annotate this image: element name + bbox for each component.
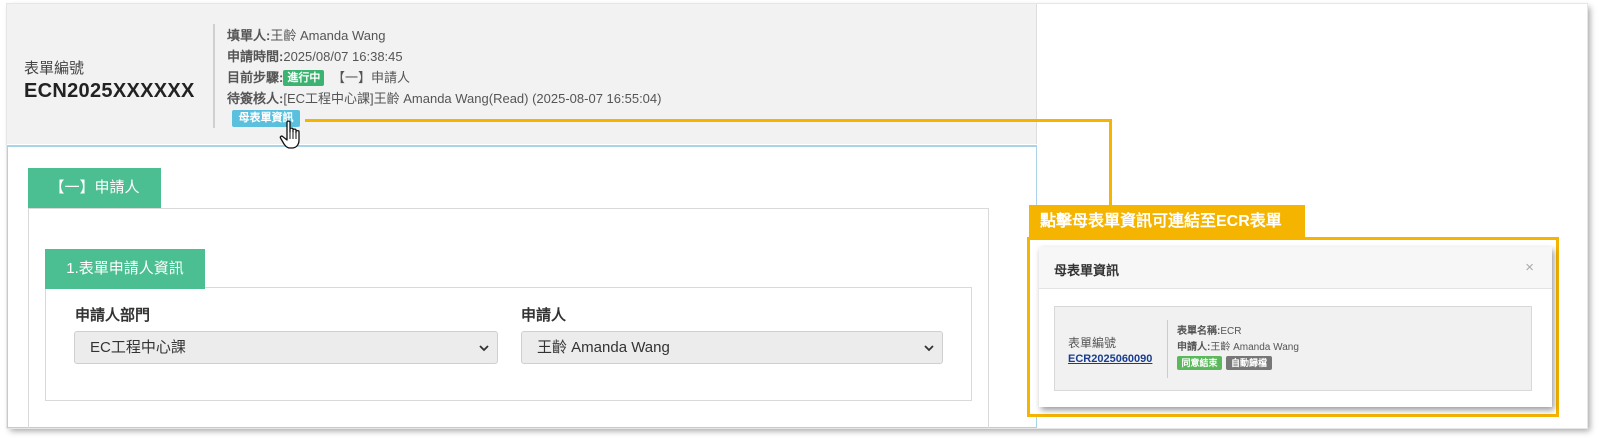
chevron-down-icon: [479, 345, 489, 352]
tab-applicant-info[interactable]: 1.表單申請人資訊: [45, 249, 205, 289]
header-divider: [213, 24, 215, 128]
card-form-name-label: 表單名稱:: [1177, 326, 1221, 337]
form-number-label: 表單編號: [24, 60, 85, 77]
card-divider: [1167, 320, 1168, 378]
filler-row: 填單人:王齡 Amanda Wang: [227, 25, 385, 44]
form-number-value: ECN2025XXXXXX: [24, 80, 195, 102]
pending-approver-value: [EC工程中心課]王齡 Amanda Wang(Read) (2025-08-0…: [283, 91, 662, 106]
applicant-select[interactable]: 王齡 Amanda Wang: [521, 331, 943, 364]
card-form-name-value: ECR: [1220, 326, 1242, 337]
pending-approver-row: 待簽核人:[EC工程中心課]王齡 Amanda Wang(Read) (2025…: [227, 88, 661, 107]
applicant-label: 申請人: [521, 307, 567, 324]
parent-form-modal: 母表單資訊 × 表單編號 ECR2025060090 表單名稱:ECR 申請人:…: [1039, 247, 1552, 407]
modal-title: 母表單資訊: [1054, 263, 1120, 278]
screenshot-frame: 表單編號 ECN2025XXXXXX 填單人:王齡 Amanda Wang 申請…: [7, 4, 1587, 428]
department-select-value: EC工程中心課: [90, 339, 186, 356]
status-badge-agree: 同意結束: [1177, 356, 1222, 370]
form-header: 表單編號 ECN2025XXXXXX 填單人:王齡 Amanda Wang 申請…: [7, 4, 1037, 144]
pending-approver-label: 待簽核人:: [227, 91, 284, 106]
tab-applicant-section[interactable]: 【一】申請人: [28, 168, 161, 208]
callout-connector-vertical: [1109, 119, 1112, 211]
callout-title: 點擊母表單資訊可連結至ECR表單: [1029, 205, 1305, 238]
department-label: 申請人部門: [75, 307, 151, 324]
current-step-label: 目前步驟:: [227, 70, 284, 85]
current-step-value: 【一】申請人: [331, 70, 410, 85]
card-form-number-label: 表單編號: [1068, 336, 1117, 350]
modal-header: 母表單資訊 ×: [1039, 247, 1552, 289]
current-step-row: 目前步驟: 進行中 【一】申請人: [227, 67, 410, 86]
apply-time-value: 2025/08/07 16:38:45: [283, 49, 403, 64]
card-applicant-value: 王齡 Amanda Wang: [1210, 342, 1299, 353]
filler-value: 王齡 Amanda Wang: [270, 28, 386, 43]
hand-pointer-icon: [279, 120, 300, 149]
filler-label: 填單人:: [227, 28, 271, 43]
card-form-name-row: 表單名稱:ECR: [1177, 322, 1241, 337]
applicant-select-value: 王齡 Amanda Wang: [537, 339, 670, 356]
status-badge: 進行中: [283, 70, 325, 86]
chevron-down-icon: [924, 345, 934, 352]
department-select[interactable]: EC工程中心課: [74, 331, 498, 364]
status-badge-archived: 自動歸檔: [1226, 356, 1272, 370]
apply-time-label: 申請時間:: [227, 49, 284, 64]
parent-form-link[interactable]: ECR2025060090: [1068, 353, 1152, 365]
callout-connector-horizontal: [305, 119, 1112, 122]
card-applicant-row: 申請人:王齡 Amanda Wang: [1177, 338, 1299, 353]
close-icon[interactable]: ×: [1525, 259, 1534, 276]
card-applicant-label: 申請人:: [1177, 342, 1211, 353]
parent-form-card: 表單編號 ECR2025060090 表單名稱:ECR 申請人:王齡 Amand…: [1054, 306, 1532, 391]
apply-time-row: 申請時間:2025/08/07 16:38:45: [227, 46, 403, 65]
